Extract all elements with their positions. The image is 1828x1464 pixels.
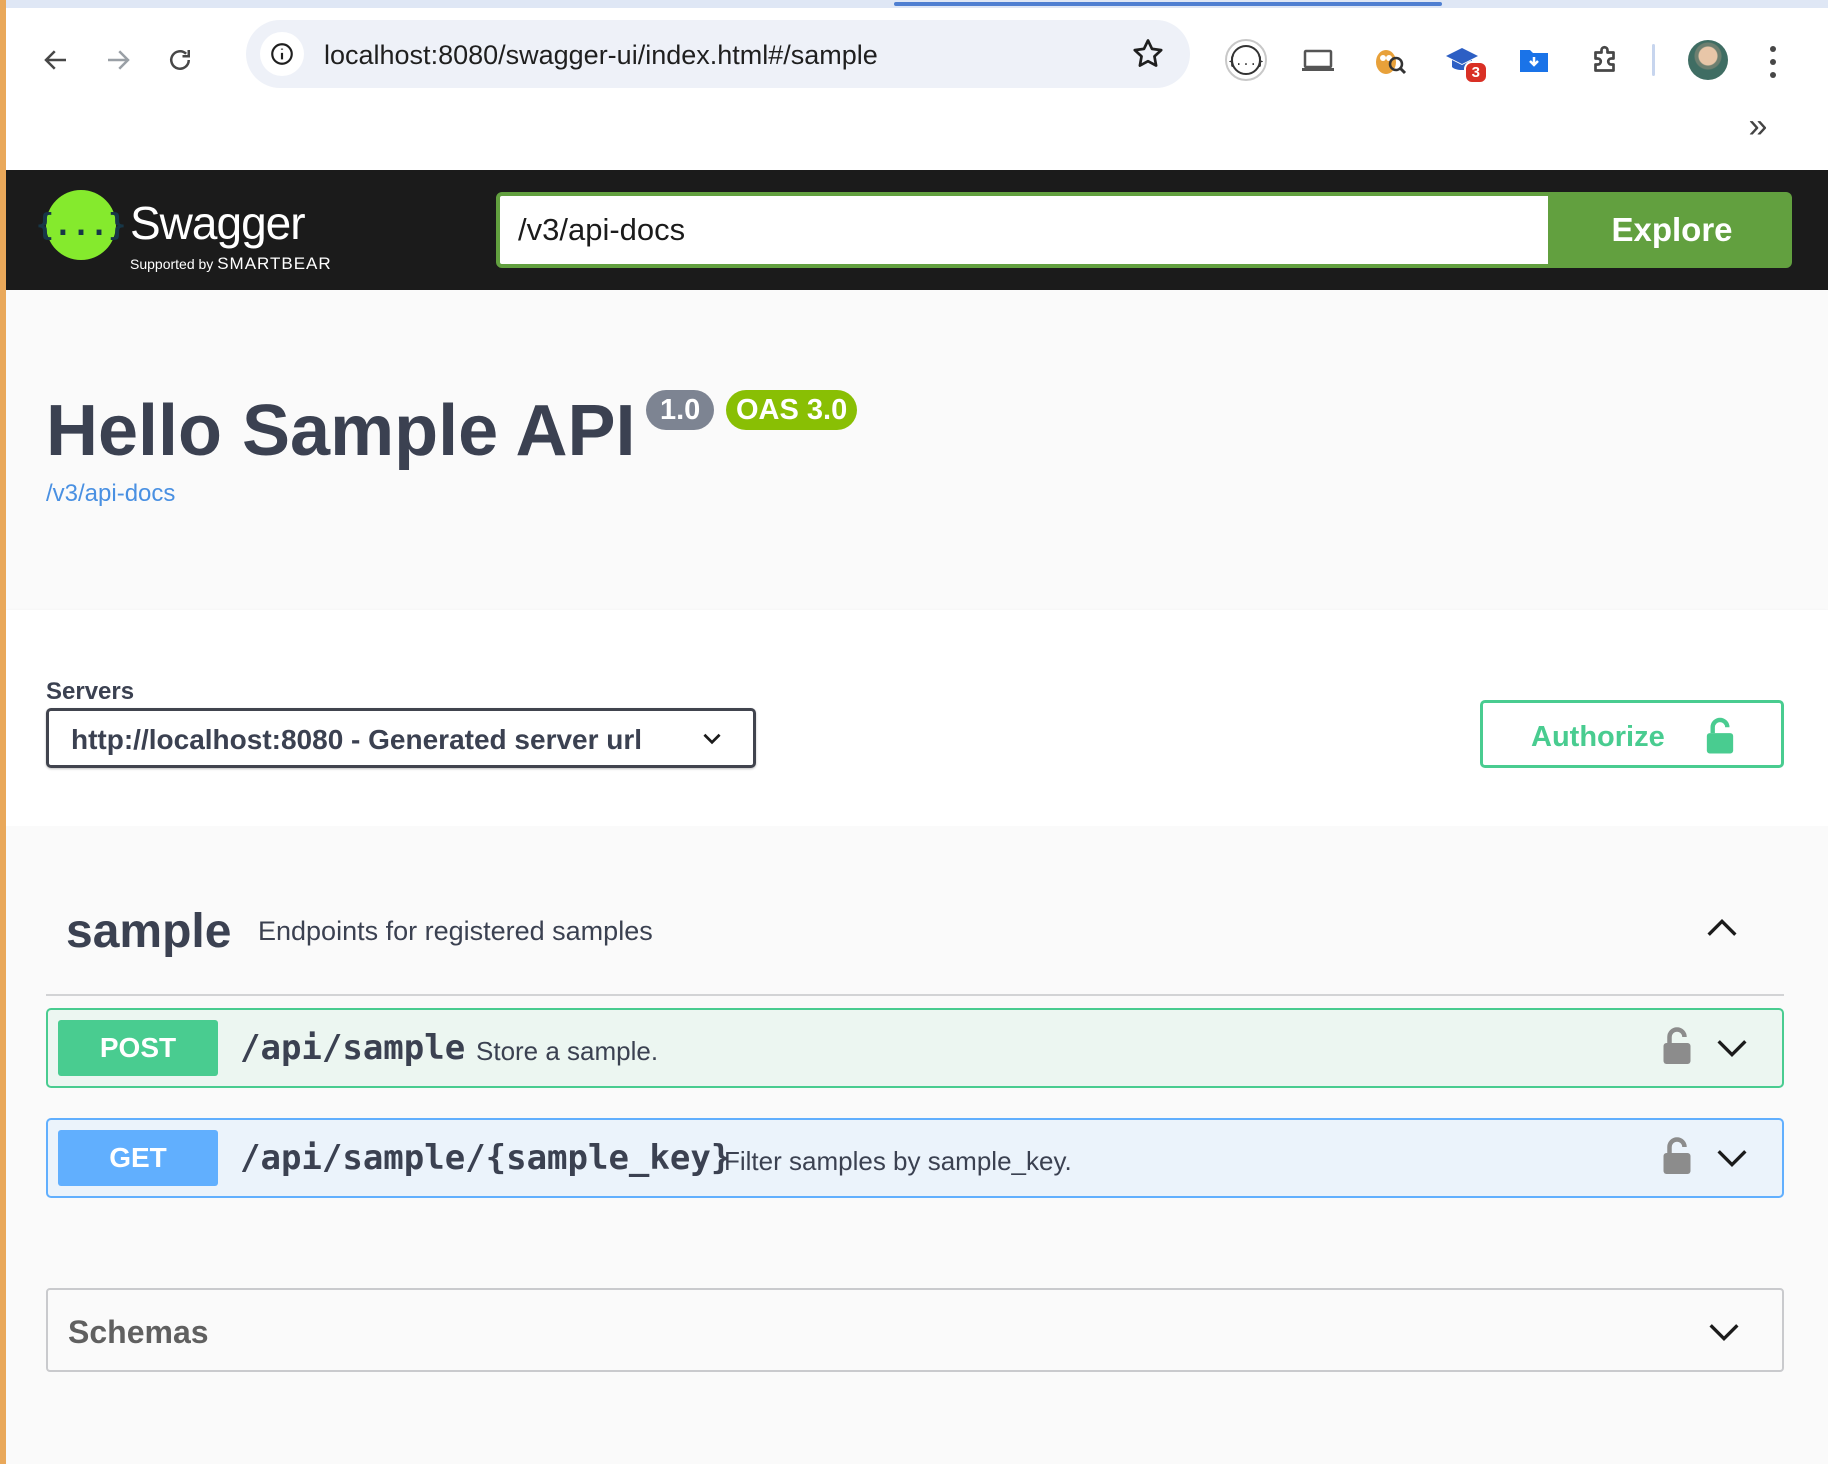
cast-screen-icon[interactable] — [1294, 36, 1342, 84]
folder-download-extension-icon[interactable] — [1510, 36, 1558, 84]
method-badge-post: POST — [58, 1020, 218, 1076]
supported-by-text: Supported by SMARTBEAR — [130, 254, 332, 274]
svg-text:{...}: {...} — [1228, 54, 1264, 68]
version-badge: 1.0 — [646, 390, 715, 430]
browser-window: localhost:8080/swagger-ui/index.html#/sa… — [6, 0, 1828, 1464]
authorize-label: Authorize — [1531, 721, 1665, 753]
swagger-brand[interactable]: Swagger — [130, 196, 306, 250]
unlock-icon — [1706, 717, 1734, 754]
owl-search-extension-icon[interactable] — [1366, 36, 1414, 84]
schemas-label: Schemas — [68, 1314, 209, 1350]
supported-by-label: Supported by — [130, 256, 214, 272]
bookmark-star-icon[interactable] — [1130, 36, 1166, 72]
swagger-logo-icon[interactable]: {...} — [36, 190, 126, 260]
operations-area: sample Endpoints for registered samples … — [6, 826, 1828, 1464]
chevron-down-icon[interactable] — [1712, 1138, 1752, 1178]
json-viewer-extension-icon[interactable]: {...} — [1222, 36, 1270, 84]
operation-path: /api/sample/{sample_key} — [240, 1138, 732, 1178]
schemas-section[interactable]: Schemas — [46, 1288, 1784, 1372]
site-info-icon[interactable] — [260, 32, 304, 76]
forward-button[interactable] — [90, 32, 146, 88]
authorize-button[interactable]: Authorize — [1480, 700, 1784, 768]
tab-strip — [6, 0, 1828, 8]
graduation-cap-extension-icon[interactable]: 3 — [1438, 36, 1488, 84]
explore-button[interactable]: Explore — [1552, 192, 1792, 268]
smartbear-label: SMARTBEAR — [217, 254, 332, 273]
address-bar[interactable]: localhost:8080/swagger-ui/index.html#/sa… — [246, 20, 1190, 88]
loading-indicator — [894, 2, 1442, 6]
back-button[interactable] — [28, 32, 84, 88]
browser-toolbar: localhost:8080/swagger-ui/index.html#/sa… — [6, 8, 1828, 108]
chevron-down-icon[interactable] — [1712, 1028, 1752, 1068]
notification-badge: 3 — [1463, 61, 1488, 84]
operation-post-api-sample[interactable]: POST /api/sample Store a sample. — [46, 1008, 1784, 1088]
spec-url-form: Explore — [496, 192, 1792, 268]
reload-button[interactable] — [152, 32, 208, 88]
method-badge-get: GET — [58, 1130, 218, 1186]
extensions-puzzle-icon[interactable] — [1582, 36, 1630, 84]
url-text[interactable]: localhost:8080/swagger-ui/index.html#/sa… — [324, 40, 878, 71]
operation-get-api-sample-key[interactable]: GET /api/sample/{sample_key} Filter samp… — [46, 1118, 1784, 1198]
tag-section-header[interactable]: sample Endpoints for registered samples — [46, 826, 1784, 996]
tag-name[interactable]: sample — [66, 904, 231, 959]
forward-arrow-icon — [108, 50, 130, 70]
browser-menu-button[interactable] — [1758, 42, 1788, 82]
server-select[interactable]: http://localhost:8080 - Generated server… — [46, 708, 756, 768]
chevron-down-icon — [703, 733, 721, 745]
chevron-up-icon[interactable] — [1702, 908, 1742, 948]
oas-badge: OAS 3.0 — [726, 390, 858, 430]
toolbar-separator — [1652, 44, 1655, 76]
operation-path: /api/sample — [240, 1028, 466, 1068]
profile-avatar[interactable] — [1688, 40, 1728, 80]
operation-summary: Filter samples by sample_key. — [724, 1146, 1072, 1176]
servers-section: Servers http://localhost:8080 - Generate… — [6, 610, 1828, 826]
bookmarks-overflow-icon[interactable]: » — [1740, 108, 1776, 144]
chevron-down-icon[interactable] — [1704, 1312, 1744, 1352]
tag-description: Endpoints for registered samples — [258, 916, 653, 946]
lock-icon[interactable] — [1662, 1136, 1692, 1176]
servers-label: Servers — [46, 678, 135, 705]
server-select-value[interactable]: http://localhost:8080 - Generated server… — [71, 724, 642, 756]
operation-summary: Store a sample. — [476, 1036, 659, 1066]
reload-icon — [170, 50, 190, 70]
api-info-section: Hello Sample API 1.0 OAS 3.0 /v3/api-doc… — [6, 290, 1828, 610]
api-title: Hello Sample API — [46, 391, 636, 471]
spec-link[interactable]: /v3/api-docs — [46, 480, 175, 508]
swagger-topbar: {...} Swagger Supported by SMARTBEAR Exp… — [6, 170, 1828, 290]
lock-icon[interactable] — [1662, 1026, 1692, 1066]
spec-url-input[interactable] — [496, 192, 1552, 268]
back-arrow-icon — [44, 50, 66, 70]
